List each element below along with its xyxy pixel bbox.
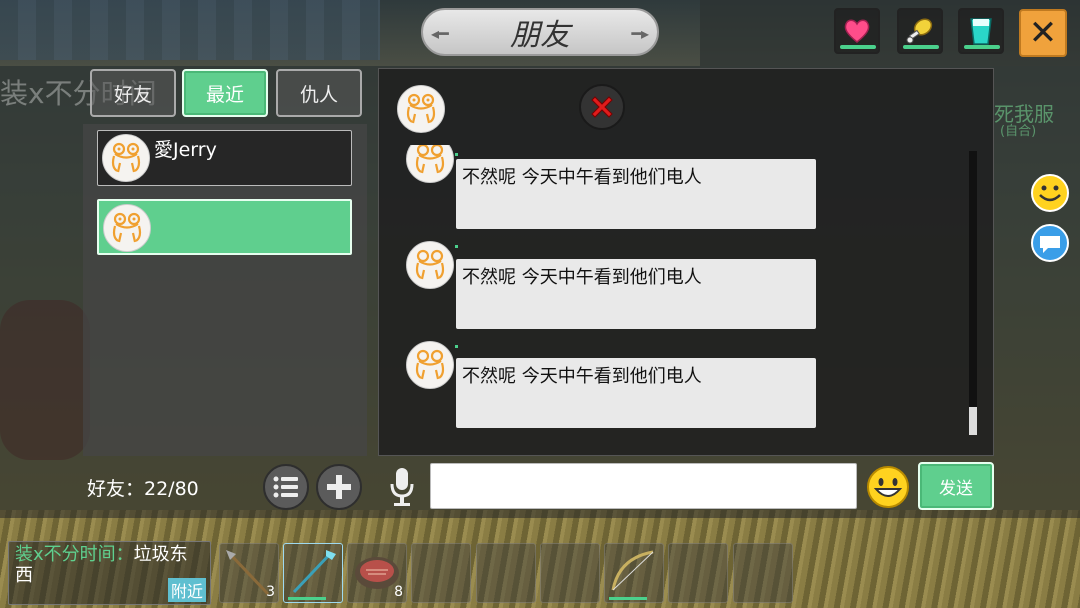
chat-scrollbar-thumb[interactable] bbox=[969, 407, 977, 435]
frog-avatar-icon bbox=[415, 145, 445, 174]
chat-message-input[interactable] bbox=[430, 463, 857, 509]
message-indicator bbox=[455, 245, 458, 248]
hotbar-slot-5[interactable] bbox=[476, 543, 536, 603]
list-icon bbox=[273, 476, 298, 498]
add-friend-button[interactable] bbox=[316, 464, 362, 510]
item-durability-bar bbox=[609, 597, 647, 600]
message-avatar bbox=[406, 145, 454, 183]
item-durability-bar bbox=[288, 597, 326, 600]
tab-friends[interactable]: 好友 bbox=[90, 69, 176, 117]
cup-icon bbox=[970, 18, 992, 45]
item-quantity: 8 bbox=[394, 584, 403, 600]
friend-count: 好友：22/80 bbox=[87, 478, 199, 500]
background-server-subtext: (自合) bbox=[1000, 124, 1037, 139]
chat-partner-avatar[interactable] bbox=[397, 85, 445, 133]
health-status[interactable] bbox=[834, 8, 880, 54]
tab-enemies-label: 仇人 bbox=[299, 83, 338, 106]
emote-button[interactable] bbox=[1030, 173, 1070, 213]
message-indicator bbox=[455, 345, 458, 348]
ornament-left-icon: ◂━ bbox=[431, 24, 449, 43]
message-indicator bbox=[455, 153, 458, 156]
red-x-icon bbox=[591, 96, 613, 118]
message-avatar bbox=[406, 241, 454, 289]
page-title: 朋友 bbox=[510, 18, 570, 53]
friends-title-banner: ◂━ 朋友 ━▸ bbox=[421, 8, 659, 56]
chat-scrollbar[interactable] bbox=[969, 151, 977, 435]
hotbar-slot-7[interactable] bbox=[604, 543, 664, 603]
tab-enemies[interactable]: 仇人 bbox=[276, 69, 362, 117]
tab-recent-label: 最近 bbox=[205, 83, 244, 106]
nearby-chat-sender: 装x不分时间 bbox=[15, 544, 116, 565]
recent-friends-list: 愛Jerry bbox=[83, 124, 367, 456]
message-bubble: 不然呢 今天中午看到他们电人 bbox=[456, 259, 816, 329]
thirst-status[interactable] bbox=[958, 8, 1004, 54]
chat-bubble-icon bbox=[1031, 224, 1069, 262]
frog-avatar-icon bbox=[415, 349, 445, 380]
message-list[interactable]: 不然呢 今天中午看到他们电人 不然呢 今天中午看到他们电人 不然呢 今天中午看到… bbox=[379, 145, 959, 445]
health-bar bbox=[840, 45, 876, 49]
smiley-icon bbox=[1031, 174, 1069, 212]
message-bubble: 不然呢 今天中午看到他们电人 bbox=[456, 358, 816, 428]
hotbar-slot-4[interactable] bbox=[411, 543, 471, 603]
plus-icon bbox=[327, 475, 351, 499]
delete-chat-button[interactable] bbox=[579, 84, 625, 130]
nearby-chat-box[interactable]: 装x不分时间：垃圾东西 附近 bbox=[8, 541, 211, 605]
ornament-right-icon: ━▸ bbox=[631, 24, 649, 43]
frog-avatar-icon bbox=[102, 134, 150, 182]
hotbar-slot-2-selected[interactable] bbox=[283, 543, 343, 603]
send-button[interactable]: 发送 bbox=[918, 462, 994, 510]
nearby-channel-tag: 附近 bbox=[167, 578, 206, 602]
hotbar-slot-6[interactable] bbox=[540, 543, 600, 603]
close-icon: ✕ bbox=[1028, 13, 1058, 53]
thirst-bar bbox=[964, 45, 1000, 49]
close-button[interactable]: ✕ bbox=[1019, 9, 1067, 57]
hotbar-slot-8[interactable] bbox=[668, 543, 728, 603]
drumstick-icon bbox=[906, 18, 933, 44]
chat-toggle-button[interactable] bbox=[1030, 223, 1070, 263]
friend-list-item-selected[interactable] bbox=[97, 199, 352, 255]
bow-icon bbox=[611, 550, 654, 591]
send-button-label: 发送 bbox=[939, 478, 973, 499]
tab-recent[interactable]: 最近 bbox=[182, 69, 268, 117]
crystal-staff-icon bbox=[292, 550, 336, 594]
hunger-bar bbox=[903, 45, 939, 49]
smiley-icon bbox=[867, 466, 909, 508]
hotbar-slot-3[interactable]: 8 bbox=[347, 543, 407, 603]
frog-avatar-icon bbox=[415, 249, 445, 280]
hunger-status[interactable] bbox=[897, 8, 943, 54]
hotbar-slot-9[interactable] bbox=[733, 543, 793, 603]
friend-name: 愛Jerry bbox=[154, 139, 217, 161]
heart-icon bbox=[844, 19, 870, 43]
item-quantity: 3 bbox=[266, 584, 275, 600]
message-bubble: 不然呢 今天中午看到他们电人 bbox=[456, 159, 816, 229]
friend-list-menu-button[interactable] bbox=[263, 464, 309, 510]
microphone-icon bbox=[390, 468, 414, 506]
tab-friends-label: 好友 bbox=[113, 83, 152, 106]
frog-avatar-icon bbox=[406, 93, 436, 124]
nearby-chat-separator: ： bbox=[115, 544, 134, 565]
emoji-button[interactable] bbox=[866, 465, 910, 509]
frog-avatar-icon bbox=[103, 204, 151, 252]
message-avatar bbox=[406, 341, 454, 389]
friend-list-item[interactable]: 愛Jerry bbox=[97, 130, 352, 186]
hotbar-slot-1[interactable]: 3 bbox=[219, 543, 279, 603]
voice-input-button[interactable] bbox=[388, 466, 416, 508]
chat-panel: 不然呢 今天中午看到他们电人 不然呢 今天中午看到他们电人 不然呢 今天中午看到… bbox=[378, 68, 994, 456]
